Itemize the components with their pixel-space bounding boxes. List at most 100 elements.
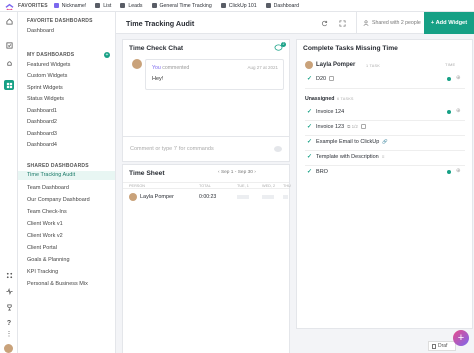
sidebar-item-personal-business-mix[interactable]: Personal & Business Mix — [27, 281, 88, 287]
favorite-item-leads[interactable]: Leads — [120, 3, 143, 9]
chat-bubble-icon[interactable]: 2 — [274, 42, 286, 54]
task-item[interactable]: ✓ D20 — [307, 75, 335, 82]
sidebar-item-dashboard1[interactable]: Dashboard1 — [27, 108, 57, 114]
list-icon — [151, 3, 157, 8]
help-icon[interactable]: ? — [4, 318, 14, 328]
my-dashboards-heading: MY DASHBOARDS — [27, 52, 75, 58]
dashboards-icon[interactable] — [4, 80, 14, 90]
pulse-icon[interactable] — [4, 286, 14, 296]
check-icon: ✓ — [307, 124, 313, 130]
tasks-icon[interactable] — [4, 40, 14, 50]
goals-icon[interactable] — [4, 302, 14, 312]
sidebar-item-featured-widgets[interactable]: Featured Widgets — [27, 62, 70, 68]
sidebar-item-our-company-dashboard[interactable]: Our Company Dashboard — [27, 197, 90, 203]
add-widget-button[interactable]: + Add Widget — [424, 12, 474, 34]
favorites-bar: FAVORITES Nickname! List Leads General T… — [0, 0, 474, 12]
sidebar-item-dashboard2[interactable]: Dashboard2 — [27, 119, 57, 125]
sidebar-item-dashboard4[interactable]: Dashboard4 — [27, 142, 57, 148]
missing-time-widget: Complete Tasks Missing Time Layla Pomper… — [296, 39, 473, 329]
sidebar-item-kpi-tracking[interactable]: KPI Tracking — [27, 269, 58, 275]
column-total: TOTAL — [199, 184, 211, 188]
share-button[interactable]: Shared with 2 people — [356, 12, 423, 34]
link-icon: 🔗 — [382, 138, 388, 144]
shared-dashboards-heading: SHARED DASHBOARDS — [27, 163, 89, 169]
sidebar-item-team-check-ins[interactable]: Team Check-Ins — [27, 209, 67, 215]
send-comment-icon[interactable] — [273, 145, 283, 156]
sidebar-item-status-widgets[interactable]: Status Widgets — [27, 96, 64, 102]
add-dashboard-button[interactable]: + — [104, 52, 110, 58]
list-icon — [95, 3, 101, 8]
favorite-item-general-time-tracking[interactable]: General Time Tracking — [151, 3, 212, 9]
unassigned-count: 6 TASKS — [337, 97, 354, 101]
comment-date: Aug 27 at 2021 — [247, 65, 278, 70]
day-cell — [283, 195, 288, 199]
sidebar-item-custom-widgets[interactable]: Custom Widgets — [27, 73, 67, 79]
avatar — [129, 193, 137, 201]
sidebar-item-dashboard[interactable]: Dashboard — [27, 28, 54, 34]
task-item[interactable]: ✓ Invoice 123 ⧉ 1/2 — [307, 123, 366, 130]
avatar — [132, 59, 142, 69]
divider — [305, 88, 465, 89]
user-group: Layla Pomper — [305, 61, 355, 69]
home-icon[interactable] — [4, 16, 14, 26]
favorite-item-clickup-101[interactable]: ClickUp 101 — [220, 3, 257, 9]
sidebar-item-goals-planning[interactable]: Goals & Planning — [27, 257, 70, 263]
dashboards-sidebar: FAVORITE DASHBOARDS Dashboard MY DASHBOA… — [18, 12, 116, 353]
column-tue: TUE, 1 — [237, 184, 249, 188]
favorites-label: FAVORITES — [18, 2, 48, 9]
page-title: Time Tracking Audit — [126, 19, 195, 28]
day-cell — [262, 195, 274, 199]
clickup-logo-icon[interactable] — [0, 0, 18, 12]
task-item[interactable]: ✓ Invoice 124 — [307, 108, 344, 116]
comment-text: Hey! — [152, 76, 164, 82]
subtask-count: ⧉ 1/2 — [347, 124, 358, 129]
sidebar-item-dashboard3[interactable]: Dashboard3 — [27, 131, 57, 137]
person-name: Layla Pomper — [140, 194, 174, 200]
day-cell — [237, 195, 249, 199]
quick-create-button[interactable]: + — [453, 330, 469, 346]
favorite-item-nickname[interactable]: Nickname! — [53, 3, 86, 9]
drafts-button[interactable]: Draf — [428, 341, 456, 351]
add-time-icon[interactable]: ⊕ — [456, 168, 461, 174]
check-icon: ✓ — [307, 154, 313, 160]
user-avatar[interactable] — [4, 344, 13, 353]
column-thu: THU — [283, 184, 291, 188]
favorite-item-list[interactable]: List — [95, 3, 111, 9]
date-range-nav[interactable]: ‹ Sep 1 - Sep 30 › — [218, 170, 256, 175]
more-icon[interactable]: ⋮ — [4, 330, 14, 340]
sidebar-item-client-work-v1[interactable]: Client Work v1 — [27, 221, 63, 227]
table-row[interactable]: Layla Pomper 0:00:23 — [123, 190, 289, 204]
missing-time-title: Complete Tasks Missing Time — [303, 45, 398, 52]
favorite-dashboards-heading: FAVORITE DASHBOARDS — [27, 18, 93, 24]
task-item[interactable]: ✓ Template with Description ≡ — [307, 153, 384, 161]
sidebar-item-client-work-v2[interactable]: Client Work v2 — [27, 233, 63, 239]
dashboard-header: Time Tracking Audit Shared with 2 people… — [116, 12, 474, 34]
column-wed: WED, 2 — [262, 184, 276, 188]
share-icon — [363, 20, 369, 26]
comment-author: You commented — [152, 65, 190, 71]
sidebar-item-time-tracking-audit[interactable]: Time Tracking Audit — [18, 171, 115, 180]
status-dot — [447, 77, 451, 81]
comment-input[interactable]: Comment or type '/' for commands — [122, 136, 290, 162]
refresh-icon[interactable] — [319, 18, 329, 28]
timesheet-title: Time Sheet — [129, 170, 165, 177]
list-icon — [53, 3, 59, 8]
fullscreen-icon[interactable] — [337, 18, 347, 28]
sidebar-item-team-dashboard[interactable]: Team Dashboard — [27, 185, 69, 191]
task-item[interactable]: ✓ Example Email to ClickUp 🔗 — [307, 138, 388, 146]
add-time-icon[interactable]: ⊕ — [456, 75, 461, 81]
sidebar-item-client-portal[interactable]: Client Portal — [27, 245, 57, 251]
add-time-icon[interactable]: ⊕ — [456, 108, 461, 114]
column-person: PERSON — [129, 184, 146, 188]
status-dot — [447, 110, 451, 114]
list-icon — [220, 3, 226, 8]
divider — [305, 135, 465, 136]
favorite-item-dashboard[interactable]: Dashboard — [265, 3, 299, 9]
sidebar-item-sprint-widgets[interactable]: Sprint Widgets — [27, 85, 63, 91]
apps-icon[interactable] — [4, 270, 14, 280]
icon-rail: ? ⋮ — [0, 12, 18, 353]
notifications-icon[interactable] — [4, 58, 14, 68]
task-item[interactable]: ✓ BRO — [307, 168, 328, 176]
comment-placeholder: Comment or type '/' for commands — [130, 146, 214, 152]
divider — [305, 120, 465, 121]
